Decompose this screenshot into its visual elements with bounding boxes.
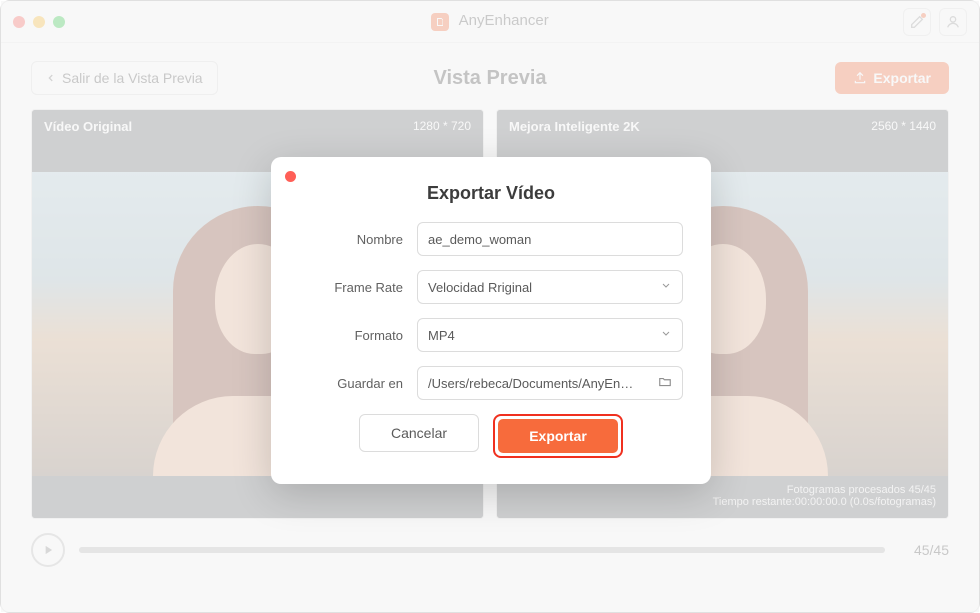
folder-icon[interactable] <box>658 375 672 392</box>
name-value: ae_demo_woman <box>428 232 531 247</box>
cancel-label: Cancelar <box>391 425 447 441</box>
dialog-close-button[interactable] <box>285 171 296 182</box>
chevron-down-icon <box>660 328 672 343</box>
fps-select[interactable]: Velocidad Rriginal <box>417 270 683 304</box>
dialog-export-label: Exportar <box>529 428 587 444</box>
label-fps: Frame Rate <box>299 280 403 295</box>
export-button-highlight: Exportar <box>493 414 623 458</box>
format-select[interactable]: MP4 <box>417 318 683 352</box>
chevron-down-icon <box>660 280 672 295</box>
label-name: Nombre <box>299 232 403 247</box>
format-value: MP4 <box>428 328 455 343</box>
dialog-title: Exportar Vídeo <box>299 183 683 204</box>
dialog-export-button[interactable]: Exportar <box>498 419 618 453</box>
cancel-button[interactable]: Cancelar <box>359 414 479 452</box>
save-path-input[interactable]: /Users/rebeca/Documents/AnyEnh… <box>417 366 683 400</box>
name-input[interactable]: ae_demo_woman <box>417 222 683 256</box>
save-path-value: /Users/rebeca/Documents/AnyEnh… <box>428 376 638 391</box>
export-dialog: Exportar Vídeo Nombre ae_demo_woman Fram… <box>271 157 711 484</box>
label-save: Guardar en <box>299 376 403 391</box>
label-format: Formato <box>299 328 403 343</box>
fps-value: Velocidad Rriginal <box>428 280 532 295</box>
